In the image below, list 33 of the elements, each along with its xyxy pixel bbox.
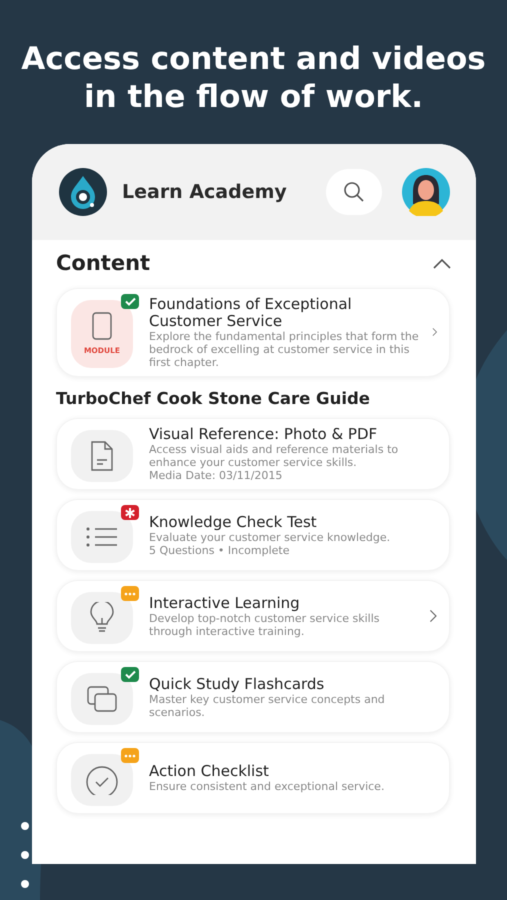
collapse-icon[interactable] <box>432 258 452 270</box>
search-button[interactable] <box>326 169 382 215</box>
item-title: Foundations of Exceptional Customer Service <box>149 296 353 330</box>
content-card[interactable]: Knowledge Check Test Evaluate your customer service knowledge. 5 Questions • Incomplete <box>56 499 450 572</box>
item-title: Interactive Learning <box>149 594 301 612</box>
item-description: Explore the fundamental principles that form the bedrock of excelling at customer service in this first chapter. <box>149 330 420 368</box>
content-card[interactable]: Action Checklist Ensure consistent and exceptional service. <box>56 742 450 814</box>
app-title: Learn Academy <box>122 180 287 205</box>
item-description: Master key customer service concepts and scenarios. <box>149 692 386 719</box>
phone-icon <box>91 310 113 341</box>
checkmark-icon <box>85 765 119 796</box>
group-title: TurboChef Cook Stone Care Guide <box>56 388 371 410</box>
item-title: Visual Reference: Photo & PDF <box>149 426 378 444</box>
item-title: Action Checklist <box>149 763 270 780</box>
item-title: Knowledge Check Test <box>149 514 318 531</box>
pager-dots-icon <box>20 820 30 890</box>
item-description: Access visual aids and reference materials to enhance your customer service skills. <box>149 443 400 470</box>
item-description: Media Date: 03/11/2015 <box>149 469 284 482</box>
content-card[interactable]: Quick Study Flashcards Master key customer service concepts and scenarios. <box>56 661 450 734</box>
document-icon <box>89 440 115 472</box>
item-description: 5 Questions • Incomplete <box>149 544 291 557</box>
item-description: Evaluate your customer service knowledge. <box>149 530 392 544</box>
item-description: Ensure consistent and exceptional service. <box>149 780 386 794</box>
item-description: Develop top-notch customer service skills through interactive training. <box>149 612 381 638</box>
headline: Access content and videos in the flow of work. <box>20 40 487 116</box>
lightbulb-icon <box>88 602 116 634</box>
section-title: Content <box>56 250 150 277</box>
content-card[interactable]: Interactive Learning Develop top-notch customer service skills through interactive training. <box>56 580 450 652</box>
content-card[interactable]: Visual Reference: Photo & PDF Access visual aids and reference materials to enhance your customer service skills. Media Date: 03/11/2015 <box>56 418 450 490</box>
item-title: Quick Study Flashcards <box>149 676 326 693</box>
search-icon <box>343 181 365 203</box>
list-icon <box>85 526 119 548</box>
cards-icon <box>86 685 118 714</box>
